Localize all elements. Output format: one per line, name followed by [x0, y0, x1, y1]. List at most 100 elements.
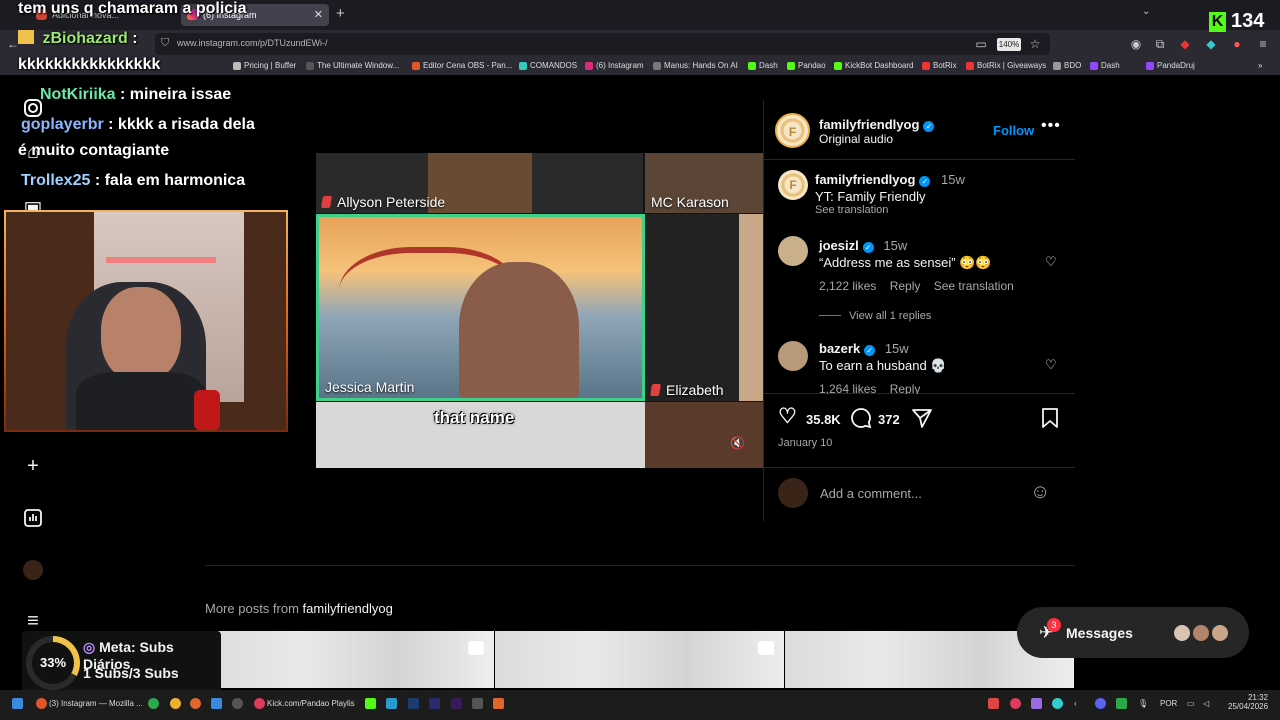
- bookmarks-overflow-icon[interactable]: »: [1258, 61, 1262, 70]
- tray-icon[interactable]: [988, 698, 999, 709]
- divider: [205, 565, 1075, 566]
- verified-badge-icon: ✓: [919, 176, 931, 187]
- commenter-avatar[interactable]: [778, 236, 808, 266]
- participant-name: Jessica Martin: [325, 379, 415, 395]
- bookmark-item[interactable]: BotRix | Giveaways: [966, 61, 1046, 70]
- bookmark-item[interactable]: BotRix: [922, 61, 957, 70]
- follow-button[interactable]: Follow: [993, 123, 1034, 138]
- dashboard-icon[interactable]: [22, 508, 44, 530]
- volume-icon[interactable]: ◁: [1203, 699, 1209, 708]
- start-windows-icon[interactable]: [12, 698, 23, 709]
- bookmark-item[interactable]: Dash: [1090, 61, 1120, 70]
- volume-icon[interactable]: 🔇: [730, 436, 745, 450]
- site-security-icon[interactable]: ⛉: [161, 37, 169, 50]
- add-comment-input[interactable]: Add a comment...: [820, 486, 922, 501]
- after-effects-icon[interactable]: [429, 698, 440, 709]
- tray-chevron-icon[interactable]: ‹: [1074, 699, 1077, 708]
- tray-icon[interactable]: [1031, 698, 1042, 709]
- more-options-icon[interactable]: •••: [1041, 117, 1061, 135]
- discord-icon[interactable]: [1095, 698, 1106, 709]
- bookmark-item[interactable]: Editor Cena OBS - Pan...: [412, 61, 512, 70]
- bookmark-item[interactable]: Pandao: [787, 61, 826, 70]
- tray-icon[interactable]: [1116, 698, 1127, 709]
- firefox-icon[interactable]: [36, 698, 47, 709]
- messages-button[interactable]: ✈ 3 Messages: [1017, 607, 1249, 658]
- more-post-thumbnail[interactable]: [495, 631, 784, 688]
- create-plus-icon[interactable]: +: [22, 455, 44, 477]
- chat-message: zBiohazard :: [18, 30, 138, 48]
- chat-message: Trollex25 : fala em harmonica: [21, 172, 246, 189]
- like-heart-icon[interactable]: ♡: [778, 404, 797, 429]
- zoom-level[interactable]: 140%: [997, 38, 1021, 51]
- comment-icon[interactable]: [850, 407, 872, 435]
- tray-icon[interactable]: [1010, 698, 1021, 709]
- view-replies-link[interactable]: View all 1 replies: [819, 310, 931, 322]
- emoji-icon[interactable]: ☺: [1030, 481, 1050, 504]
- photoshop-icon[interactable]: [408, 698, 419, 709]
- like-count[interactable]: 35.8K: [806, 412, 841, 427]
- app-icon[interactable]: [472, 698, 483, 709]
- bookmark-item[interactable]: PandaDruj: [1146, 61, 1195, 70]
- url-bar[interactable]: ⛉ www.instagram.com/p/DTUzundEWi-/: [155, 33, 1050, 55]
- menu-icon[interactable]: ≡: [1256, 37, 1270, 51]
- save-bookmark-icon[interactable]: [1040, 407, 1060, 435]
- extensions-puzzle-icon[interactable]: ⧉: [1153, 37, 1167, 51]
- new-tab-button[interactable]: +: [336, 5, 345, 22]
- extension-icon[interactable]: ◉: [1129, 37, 1143, 51]
- extension-red-icon[interactable]: ◆: [1178, 37, 1192, 51]
- caption-avatar[interactable]: F: [778, 170, 808, 200]
- bookmark-item[interactable]: KickBot Dashboard: [834, 61, 913, 70]
- bookmark-item[interactable]: Pricing | Buffer: [233, 61, 296, 70]
- more-posts-heading: More posts from familyfriendlyog: [205, 601, 393, 616]
- commenter-avatar[interactable]: [778, 341, 808, 371]
- app-icon[interactable]: [211, 698, 222, 709]
- app-icon[interactable]: [365, 698, 376, 709]
- bookmark-folder[interactable]: BDO: [1053, 61, 1081, 70]
- clock[interactable]: 21:32 25/04/2026: [1228, 693, 1268, 711]
- tray-icon[interactable]: [1052, 698, 1063, 709]
- taskbar-window[interactable]: (3) Instagram — Mozilla ...: [49, 699, 143, 708]
- comment-like-heart-icon[interactable]: ♡: [1045, 357, 1057, 373]
- more-post-thumbnail[interactable]: [205, 631, 494, 688]
- tab-list-chevron-icon[interactable]: ⌄: [1142, 6, 1150, 17]
- see-translation-link[interactable]: See translation: [815, 204, 888, 216]
- app-icon[interactable]: [170, 698, 181, 709]
- participant-video: [739, 214, 763, 401]
- extension-teal-icon[interactable]: ◆: [1204, 37, 1218, 51]
- audio-label[interactable]: Original audio: [819, 132, 893, 146]
- profile-avatar[interactable]: [22, 560, 44, 582]
- obs-icon[interactable]: [232, 698, 243, 709]
- taskbar-window[interactable]: Kick.com/Pandao Playlis: [267, 699, 355, 708]
- more-menu-icon[interactable]: ≡: [22, 610, 44, 632]
- app-icon[interactable]: [190, 698, 201, 709]
- app-icon[interactable]: [148, 698, 159, 709]
- video-call-grid: Allyson Peterside MC Karason Jessica Mar…: [316, 153, 763, 468]
- windows-taskbar: (3) Instagram — Mozilla ... Kick.com/Pan…: [0, 690, 1280, 720]
- author-avatar[interactable]: F: [775, 113, 810, 148]
- bookmark-item[interactable]: The Ultimate Window...: [306, 61, 399, 70]
- sub-goal-widget: 33% ◎ Meta: Subs Diários 1 Subs/3 Subs: [22, 631, 221, 697]
- reader-view-icon[interactable]: ▭: [974, 37, 988, 51]
- keyboard-language[interactable]: POR: [1160, 699, 1177, 708]
- goal-value: 1 Subs/3 Subs: [83, 665, 179, 681]
- network-icon[interactable]: ▭: [1187, 699, 1195, 708]
- profile-icon[interactable]: ●: [1230, 37, 1244, 51]
- microphone-icon[interactable]: 🎙: [1138, 699, 1148, 708]
- red-mug: [194, 390, 220, 430]
- media-player-icon[interactable]: [254, 698, 265, 709]
- browser-nav-bar: ← ⛉ www.instagram.com/p/DTUzundEWi-/ ▭ ☆…: [0, 30, 1280, 58]
- app-icon[interactable]: [386, 698, 397, 709]
- bookmark-star-icon[interactable]: ☆: [1028, 37, 1042, 51]
- bookmark-item[interactable]: COMANDOS: [519, 61, 577, 70]
- video-caption: that name: [434, 408, 515, 427]
- bookmark-item[interactable]: (6) Instagram: [585, 61, 644, 70]
- app-icon[interactable]: [493, 698, 504, 709]
- streamer-shirt: [76, 372, 206, 430]
- close-tab-icon[interactable]: ✕: [314, 4, 323, 26]
- share-icon[interactable]: [911, 407, 933, 435]
- comment-like-heart-icon[interactable]: ♡: [1045, 254, 1057, 270]
- premiere-icon[interactable]: [451, 698, 462, 709]
- bookmark-item[interactable]: Manus: Hands On AI: [653, 61, 738, 70]
- comment-count[interactable]: 372: [878, 412, 900, 427]
- bookmark-item[interactable]: Dash: [748, 61, 778, 70]
